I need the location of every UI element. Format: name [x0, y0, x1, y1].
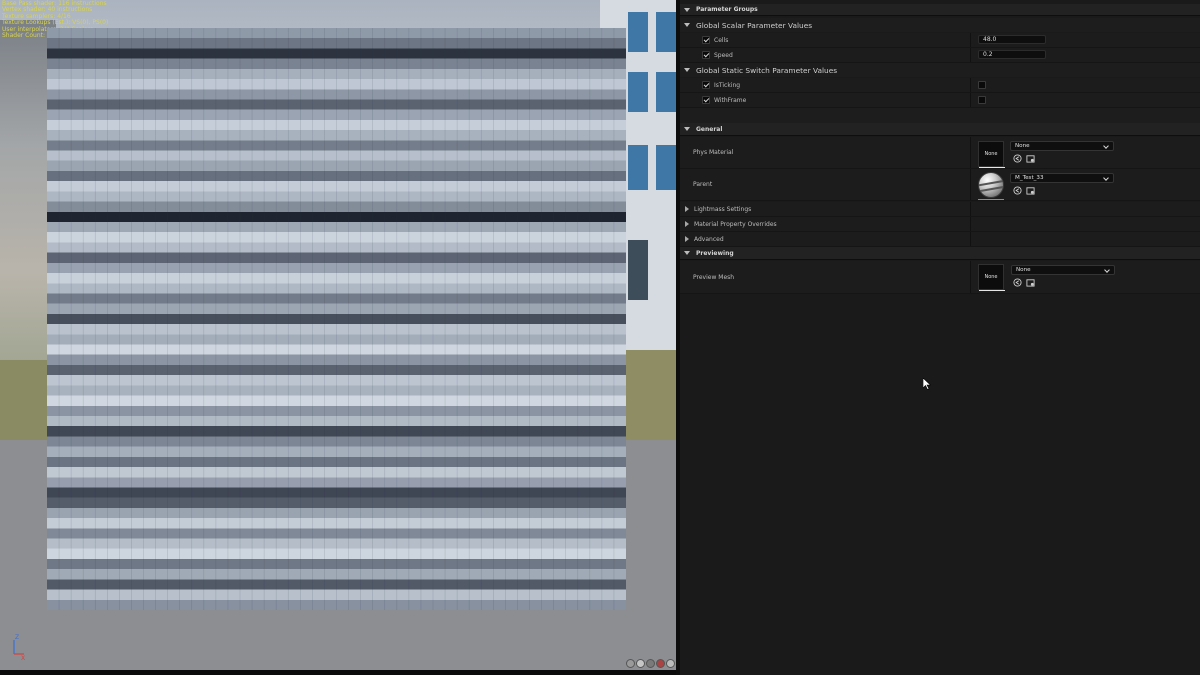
- axis-x-label: X: [21, 655, 25, 660]
- param-row-isticking: IsTicking: [680, 78, 1200, 93]
- category-label: General: [696, 125, 723, 133]
- section-label: Lightmass Settings: [694, 205, 752, 213]
- preview-mesh-combo[interactable]: None: [1011, 265, 1115, 275]
- combo-value: None: [1015, 143, 1030, 149]
- expand-arrow-icon[interactable]: [685, 236, 689, 242]
- cells-value-field[interactable]: 48.0: [978, 35, 1046, 44]
- axis-z-label: Z: [15, 634, 19, 641]
- group-global-static-switch[interactable]: Global Static Switch Parameter Values: [680, 63, 1200, 77]
- cells-override-checkbox[interactable]: [702, 36, 710, 44]
- property-label: Parent: [693, 181, 713, 188]
- section-label: Material Property Overrides: [694, 220, 777, 228]
- combo-value: M_Test_33: [1015, 175, 1044, 181]
- speed-value-field[interactable]: 0.2: [978, 50, 1046, 59]
- thumbnail-none-text: None: [984, 151, 998, 157]
- thumbnail-none-text: None: [984, 274, 998, 280]
- axis-gizmo: Z X: [13, 634, 25, 660]
- speed-override-checkbox[interactable]: [702, 51, 710, 59]
- group-global-scalar[interactable]: Global Scalar Parameter Values: [680, 18, 1200, 32]
- category-general[interactable]: General: [680, 123, 1200, 136]
- use-selected-arrow-icon[interactable]: [1013, 186, 1022, 195]
- asset-type-underline: [978, 199, 1004, 200]
- category-previewing[interactable]: Previewing: [680, 247, 1200, 260]
- sphere-preview-icon[interactable]: [636, 659, 645, 668]
- property-preview-mesh: Preview Mesh None None: [680, 261, 1200, 294]
- section-label: Advanced: [694, 235, 724, 243]
- parent-material-combo[interactable]: M_Test_33: [1010, 173, 1114, 183]
- details-panel: Parameter Groups Global Scalar Parameter…: [680, 0, 1200, 675]
- plane-preview-icon[interactable]: [646, 659, 655, 668]
- teapot-preview-icon[interactable]: [666, 659, 675, 668]
- expand-arrow-icon[interactable]: [684, 23, 690, 27]
- section-advanced[interactable]: Advanced: [680, 232, 1200, 247]
- use-selected-arrow-icon[interactable]: [1013, 278, 1022, 287]
- isticking-override-checkbox[interactable]: [702, 81, 710, 89]
- group-label: Global Scalar Parameter Values: [696, 20, 813, 30]
- param-label: IsTicking: [714, 81, 741, 89]
- withframe-value-checkbox[interactable]: [978, 96, 986, 104]
- use-selected-arrow-icon[interactable]: [1013, 154, 1022, 163]
- section-material-property-overrides[interactable]: Material Property Overrides: [680, 217, 1200, 232]
- preview-mesh-thumbnail[interactable]: None: [978, 264, 1005, 291]
- expand-arrow-icon[interactable]: [685, 206, 689, 212]
- expand-arrow-icon[interactable]: [684, 251, 690, 255]
- category-label: Previewing: [696, 249, 734, 257]
- material-preview-viewport[interactable]: Base Pass shader: 116 instructions Verte…: [0, 0, 676, 670]
- expand-arrow-icon[interactable]: [684, 127, 690, 131]
- property-label: Phys Material: [693, 149, 734, 156]
- preview-plane-mesh: [47, 28, 626, 610]
- viewport-bottom-border: [0, 670, 676, 675]
- viewport-preview-shape-toolbar: [626, 659, 675, 670]
- browse-folder-icon[interactable]: [1026, 186, 1035, 195]
- section-lightmass-settings[interactable]: Lightmass Settings: [680, 202, 1200, 217]
- param-row-withframe: WithFrame: [680, 93, 1200, 108]
- cube-preview-icon[interactable]: [656, 659, 665, 668]
- background-grass-right: [620, 350, 676, 445]
- property-phys-material: Phys Material None None: [680, 137, 1200, 169]
- property-parent: Parent M_Test_33: [680, 169, 1200, 201]
- chevron-down-icon: [1104, 267, 1110, 273]
- mouse-cursor-icon: [923, 378, 931, 390]
- category-parameter-groups[interactable]: Parameter Groups: [680, 4, 1200, 16]
- empty-spacer-row: [680, 108, 1200, 123]
- param-label: Speed: [714, 51, 733, 59]
- expand-arrow-icon[interactable]: [684, 68, 690, 72]
- isticking-value-checkbox[interactable]: [978, 81, 986, 89]
- browse-folder-icon[interactable]: [1026, 154, 1035, 163]
- chevron-down-icon: [1103, 143, 1109, 149]
- phys-material-combo[interactable]: None: [1010, 141, 1114, 151]
- param-label: WithFrame: [714, 96, 747, 104]
- category-label: Parameter Groups: [696, 6, 758, 13]
- param-label: Cells: [714, 36, 729, 44]
- param-row-speed: Speed 0.2: [680, 48, 1200, 63]
- phys-material-thumbnail[interactable]: None: [978, 141, 1005, 168]
- parent-material-thumbnail[interactable]: [978, 172, 1004, 198]
- cylinder-preview-icon[interactable]: [626, 659, 635, 668]
- param-row-cells: Cells 48.0: [680, 33, 1200, 48]
- browse-folder-icon[interactable]: [1026, 278, 1035, 287]
- combo-value: None: [1016, 267, 1031, 273]
- withframe-override-checkbox[interactable]: [702, 96, 710, 104]
- property-label: Preview Mesh: [693, 273, 735, 281]
- chevron-down-icon: [1103, 175, 1109, 181]
- group-label: Global Static Switch Parameter Values: [696, 65, 838, 75]
- expand-arrow-icon[interactable]: [684, 7, 690, 12]
- expand-arrow-icon[interactable]: [685, 221, 689, 227]
